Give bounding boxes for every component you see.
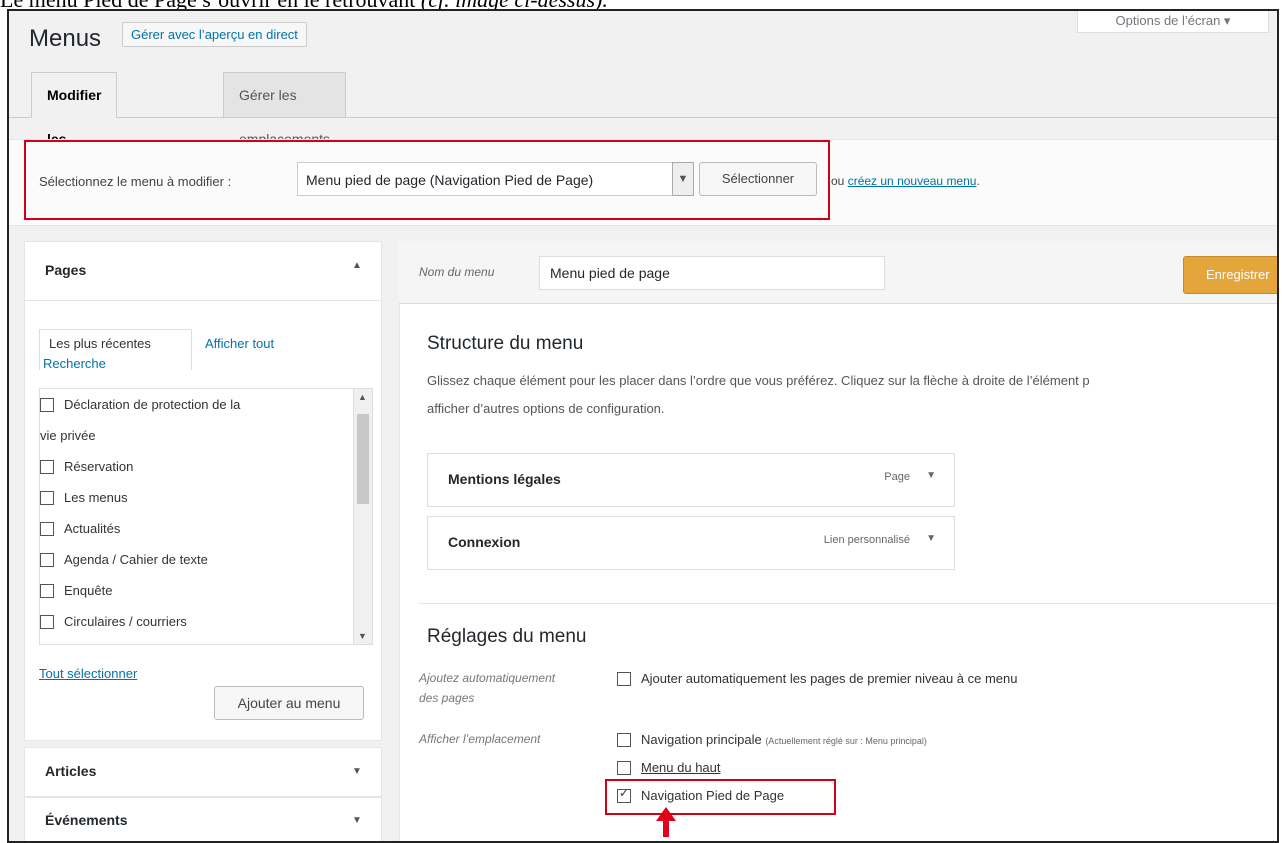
- auto-add-label-line2: des pages: [419, 691, 475, 705]
- menu-item-type: Page: [884, 471, 910, 483]
- list-item[interactable]: Actualités: [40, 513, 120, 544]
- or-text-period: .: [976, 174, 980, 188]
- list-item-label: Agenda / Cahier de texte: [64, 552, 208, 567]
- screen-options-button[interactable]: Options de l’écran ▾: [1077, 11, 1269, 33]
- location-option-primary[interactable]: Navigation principale (Actuellement régl…: [617, 732, 927, 748]
- auto-add-option-label: Ajouter automatiquement les pages de pre…: [641, 671, 1018, 686]
- create-menu-link[interactable]: créez un nouveau menu: [848, 174, 977, 188]
- tab-view-all[interactable]: Afficher tout: [205, 336, 274, 351]
- checkbox[interactable]: [617, 732, 631, 747]
- select-all-link[interactable]: Tout sélectionner: [39, 665, 137, 683]
- list-item[interactable]: Agenda / Cahier de texte: [40, 544, 208, 575]
- checkbox[interactable]: [40, 583, 54, 598]
- screen-options-label: Options de l’écran: [1115, 13, 1221, 28]
- checkbox[interactable]: [40, 397, 54, 412]
- checkbox[interactable]: [617, 760, 631, 775]
- list-item[interactable]: Les menus: [40, 482, 128, 513]
- list-item[interactable]: Déclaration de protection de la: [40, 389, 240, 420]
- settings-title: Réglages du menu: [427, 626, 587, 647]
- articles-panel[interactable]: Articles ▼: [24, 747, 382, 797]
- menu-item-title: Mentions légales: [448, 471, 561, 487]
- menu-item-type: Lien personnalisé: [823, 534, 910, 546]
- live-preview-button[interactable]: Gérer avec l’aperçu en direct: [122, 22, 307, 47]
- list-item-continuation: vie privée: [40, 428, 96, 443]
- checkbox[interactable]: [617, 671, 631, 686]
- settings-divider: [419, 603, 1277, 604]
- auto-add-label: Ajoutez automatiquement des pages: [419, 668, 555, 708]
- chevron-up-icon[interactable]: ▲: [352, 260, 362, 271]
- tab-edit-menus[interactable]: Modifier les menus: [31, 72, 118, 191]
- tab-divider: [9, 117, 1277, 118]
- list-item-label: Les menus: [64, 490, 128, 505]
- pages-checklist: Déclaration de protection de la vie priv…: [39, 388, 373, 645]
- list-item-label: Actualités: [64, 521, 121, 536]
- chevron-down-icon[interactable]: ▼: [926, 470, 936, 481]
- list-item[interactable]: Enquête: [40, 575, 112, 606]
- list-item-label: Enquête: [64, 583, 113, 598]
- red-arrow-icon: [656, 807, 676, 837]
- scroll-up-icon[interactable]: ▲: [358, 392, 367, 402]
- scroll-thumb[interactable]: [357, 414, 369, 504]
- checkbox[interactable]: [40, 521, 54, 536]
- checkbox[interactable]: [40, 552, 54, 567]
- tab-manage-locations[interactable]: Gérer les emplacements: [223, 72, 347, 147]
- location-primary-label: Navigation principale: [641, 732, 762, 747]
- select-all-label: Tout sélectionner: [39, 666, 138, 681]
- location-primary-note: (Actuellement réglé sur : Menu principal…: [765, 736, 927, 746]
- save-menu-button[interactable]: Enregistrer: [1183, 256, 1277, 294]
- auto-add-label-line1: Ajoutez automatiquement: [419, 671, 556, 685]
- structure-description-1: Glissez chaque élément pour les placer d…: [427, 373, 1090, 388]
- pages-panel-title: Pages: [45, 262, 87, 278]
- add-to-menu-button[interactable]: Ajouter au menu: [214, 686, 364, 720]
- list-item-label: Réservation: [64, 459, 134, 474]
- select-menu-highlight: [24, 140, 830, 220]
- structure-title: Structure du menu: [427, 333, 584, 354]
- events-panel-title: Événements: [45, 812, 128, 828]
- articles-panel-title: Articles: [45, 763, 97, 779]
- list-scrollbar[interactable]: ▲ ▼: [353, 389, 372, 644]
- location-top-label: Menu du haut: [641, 760, 721, 775]
- events-panel[interactable]: Événements ▼: [24, 797, 382, 841]
- location-label: Afficher l’emplacement: [419, 732, 541, 746]
- list-item-label: Circulaires / courriers: [64, 614, 187, 629]
- or-text: ou: [831, 174, 845, 188]
- list-item[interactable]: Circulaires / courriers: [40, 606, 187, 637]
- chevron-down-icon[interactable]: ▼: [926, 533, 936, 544]
- tab-search[interactable]: Recherche: [43, 356, 106, 371]
- checkbox[interactable]: [40, 490, 54, 505]
- checkbox[interactable]: [40, 459, 54, 474]
- scroll-down-icon[interactable]: ▼: [358, 631, 367, 641]
- page-title: Menus: [29, 25, 102, 52]
- list-item-label: Déclaration de protection de la: [64, 397, 241, 412]
- chevron-down-icon[interactable]: ▼: [352, 766, 362, 777]
- tab-recent[interactable]: Les plus récentes: [49, 336, 151, 351]
- menu-item[interactable]: Connexion Lien personnalisé ▼: [427, 516, 955, 570]
- menu-item[interactable]: Mentions légales Page ▼: [427, 453, 955, 507]
- menu-name-label: Nom du menu: [419, 265, 495, 279]
- footer-location-highlight: [605, 779, 836, 815]
- location-option-top[interactable]: Menu du haut: [617, 760, 721, 776]
- menu-name-input[interactable]: Menu pied de page: [539, 256, 885, 290]
- list-item[interactable]: Réservation: [40, 451, 133, 482]
- structure-description-2: afficher d’autres options de configurati…: [427, 401, 665, 416]
- chevron-down-icon[interactable]: ▼: [352, 815, 362, 826]
- screenshot-frame: Options de l’écran ▾ Menus Gérer avec l’…: [7, 9, 1279, 843]
- menu-item-title: Connexion: [448, 534, 521, 550]
- create-menu-text: ou créez un nouveau menu.: [831, 174, 980, 188]
- panel-divider: [25, 300, 381, 301]
- checkbox[interactable]: [40, 614, 54, 629]
- auto-add-option[interactable]: Ajouter automatiquement les pages de pre…: [617, 671, 1018, 687]
